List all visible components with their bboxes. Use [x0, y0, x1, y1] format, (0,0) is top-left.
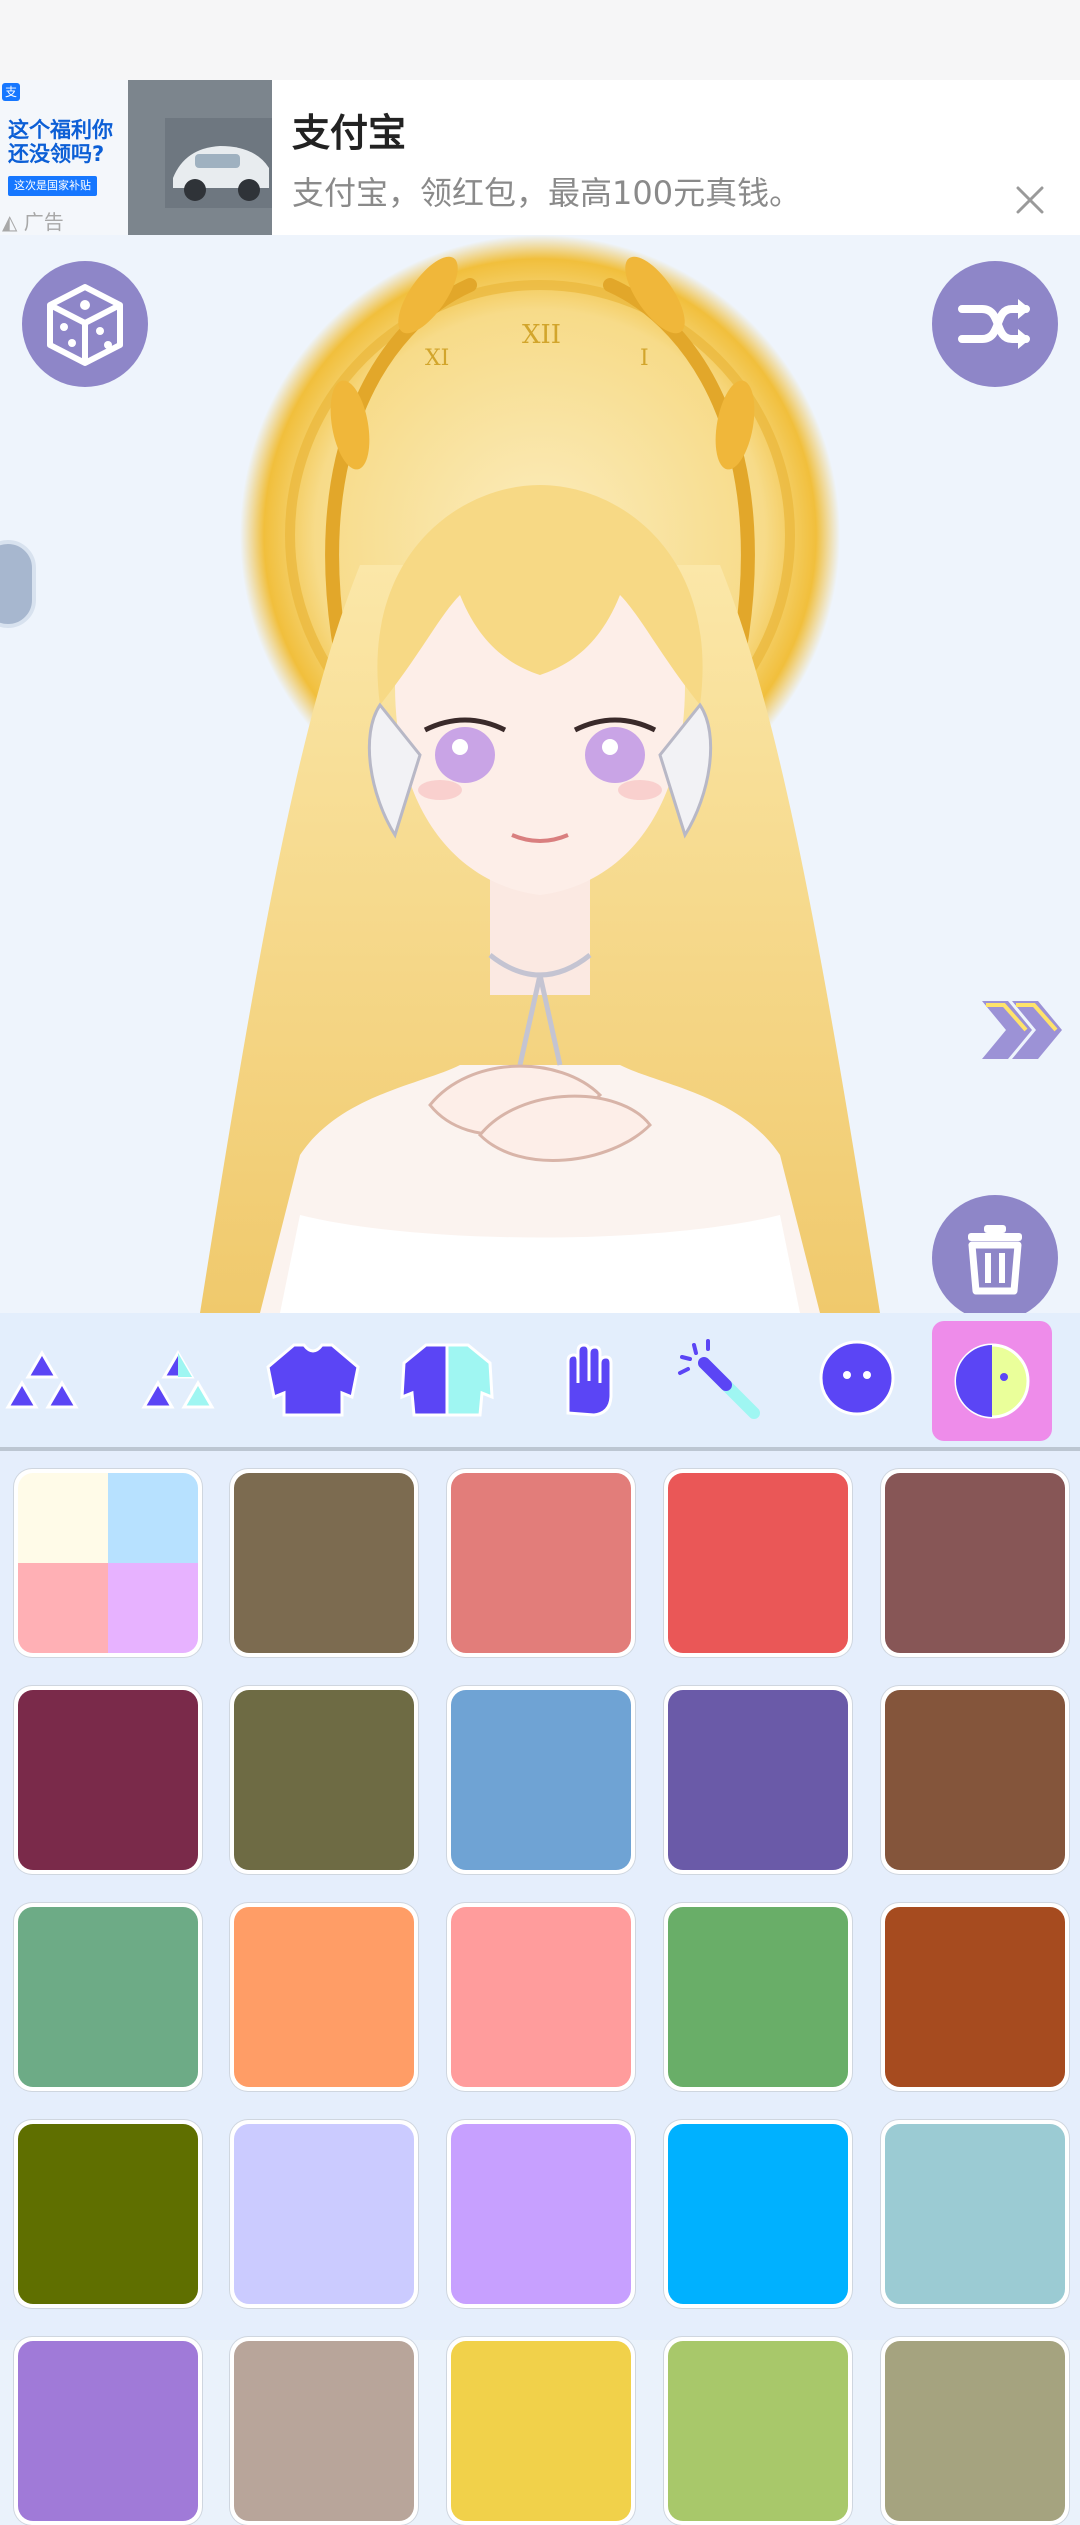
- alipay-logo-icon: 支: [2, 83, 20, 101]
- ad-description[interactable]: 支付宝，领红包，最高100元真钱。: [292, 168, 801, 214]
- ad-label-text: 广告: [23, 210, 64, 234]
- color-swatch[interactable]: [664, 2120, 852, 2308]
- color-swatch-quadrant: [108, 1473, 198, 1563]
- shirt-icon: [266, 1343, 360, 1417]
- color-swatch-fill: [18, 2341, 198, 2521]
- svg-text:XII: XII: [522, 320, 561, 350]
- color-swatch[interactable]: [230, 1903, 418, 2091]
- color-palette-grid: [0, 1451, 1080, 2525]
- color-swatch[interactable]: [664, 2337, 852, 2525]
- color-swatch-fill: [234, 1907, 414, 2087]
- ad-thumbnail-text: 这个福利你还没领吗?: [8, 118, 113, 166]
- ad-title[interactable]: 支付宝: [292, 102, 406, 157]
- car-image: [165, 118, 272, 208]
- hand-icon: [566, 1343, 613, 1417]
- color-swatch[interactable]: [14, 1469, 202, 1657]
- face-icon: [819, 1340, 895, 1416]
- color-swatch-fill: [234, 1473, 414, 1653]
- color-swatch-fill: [18, 1473, 198, 1653]
- triangles-icon: [5, 1350, 79, 1409]
- color-swatch-fill: [668, 2341, 848, 2521]
- tab-effects[interactable]: [664, 1323, 774, 1433]
- ad-thumbnail-button: 这次是国家补贴: [8, 176, 97, 196]
- trash-icon: [968, 1225, 1022, 1295]
- jacket-icon: [400, 1343, 494, 1417]
- dice-icon: [47, 284, 123, 366]
- color-swatch[interactable]: [447, 2120, 635, 2308]
- color-swatch[interactable]: [230, 1469, 418, 1657]
- color-swatch[interactable]: [230, 2337, 418, 2525]
- color-swatch[interactable]: [447, 1686, 635, 1874]
- double-chevron-right-icon[interactable]: [978, 995, 1068, 1065]
- color-swatch-quadrant: [18, 1563, 108, 1653]
- color-swatch[interactable]: [664, 1903, 852, 2091]
- close-icon[interactable]: [1014, 184, 1046, 216]
- color-swatch[interactable]: [881, 1686, 1069, 1874]
- color-swatch-fill: [668, 1690, 848, 1870]
- tab-face[interactable]: [802, 1323, 912, 1433]
- tab-accessories-2[interactable]: [120, 1323, 230, 1433]
- color-swatch[interactable]: [447, 1903, 635, 2091]
- side-handle[interactable]: [0, 540, 36, 628]
- color-swatch-fill: [668, 1907, 848, 2087]
- color-swatch[interactable]: [14, 2337, 202, 2525]
- tab-top[interactable]: [258, 1323, 368, 1433]
- random-button[interactable]: [22, 261, 148, 387]
- color-swatch[interactable]: [664, 1686, 852, 1874]
- color-swatch-fill: [18, 2124, 198, 2304]
- color-swatch-fill: [18, 1690, 198, 1870]
- color-swatch-fill: [885, 1690, 1065, 1870]
- color-swatch-fill: [885, 1907, 1065, 2087]
- color-swatch[interactable]: [881, 1469, 1069, 1657]
- svg-text:XI: XI: [425, 346, 449, 371]
- tab-outer[interactable]: [392, 1323, 502, 1433]
- color-swatch[interactable]: [447, 1469, 635, 1657]
- tab-accessories-1[interactable]: [0, 1323, 110, 1433]
- color-swatch[interactable]: [14, 1686, 202, 1874]
- color-swatch-fill: [234, 2124, 414, 2304]
- color-swatch-fill: [451, 1907, 631, 2087]
- color-swatch-fill: [234, 1690, 414, 1870]
- color-swatch-fill: [668, 1473, 848, 1653]
- color-swatch[interactable]: [664, 1469, 852, 1657]
- color-swatch[interactable]: [14, 2120, 202, 2308]
- color-swatch[interactable]: [881, 2120, 1069, 2308]
- color-swatch-quadrant: [108, 1563, 198, 1653]
- color-swatch-fill: [451, 1473, 631, 1653]
- color-swatch-fill: [885, 2341, 1065, 2521]
- shuffle-button[interactable]: [932, 261, 1058, 387]
- color-swatch[interactable]: [14, 1903, 202, 2091]
- color-swatch-fill: [451, 2341, 631, 2521]
- category-tabs: [0, 1313, 1080, 1449]
- color-swatch[interactable]: [230, 1686, 418, 1874]
- color-swatch-fill: [234, 2341, 414, 2521]
- tab-colors[interactable]: [932, 1321, 1052, 1441]
- ad-banner[interactable]: 支 这个福利你还没领吗? 这次是国家补贴 ◭ 广告 支付宝 支付宝，领红包，最高…: [0, 80, 1080, 235]
- avatar-canvas: XII XI I: [0, 235, 1080, 1313]
- color-swatch-quadrant: [18, 1473, 108, 1563]
- color-swatch[interactable]: [881, 2337, 1069, 2525]
- magic-wand-icon: [678, 1339, 760, 1419]
- color-swatch-fill: [885, 1473, 1065, 1653]
- color-swatch-fill: [451, 2124, 631, 2304]
- color-swatch-fill: [451, 1690, 631, 1870]
- status-bar: [0, 0, 1080, 80]
- triangles-half-icon: [141, 1350, 215, 1409]
- color-swatch-fill: [668, 2124, 848, 2304]
- svg-text:I: I: [640, 346, 649, 371]
- avatar-illustration: XII XI I: [200, 235, 880, 1313]
- ad-label: ◭ 广告: [2, 210, 64, 234]
- color-swatch-fill: [18, 1907, 198, 2087]
- color-split-icon: [954, 1343, 1030, 1419]
- color-swatch[interactable]: [881, 1903, 1069, 2091]
- shuffle-icon: [958, 299, 1030, 349]
- delete-button[interactable]: [932, 1195, 1058, 1313]
- color-swatch[interactable]: [230, 2120, 418, 2308]
- color-swatch[interactable]: [447, 2337, 635, 2525]
- color-swatch-fill: [885, 2124, 1065, 2304]
- tab-hands[interactable]: [532, 1323, 642, 1433]
- ad-thumbnail[interactable]: 支 这个福利你还没领吗? 这次是国家补贴 ◭ 广告: [0, 80, 272, 235]
